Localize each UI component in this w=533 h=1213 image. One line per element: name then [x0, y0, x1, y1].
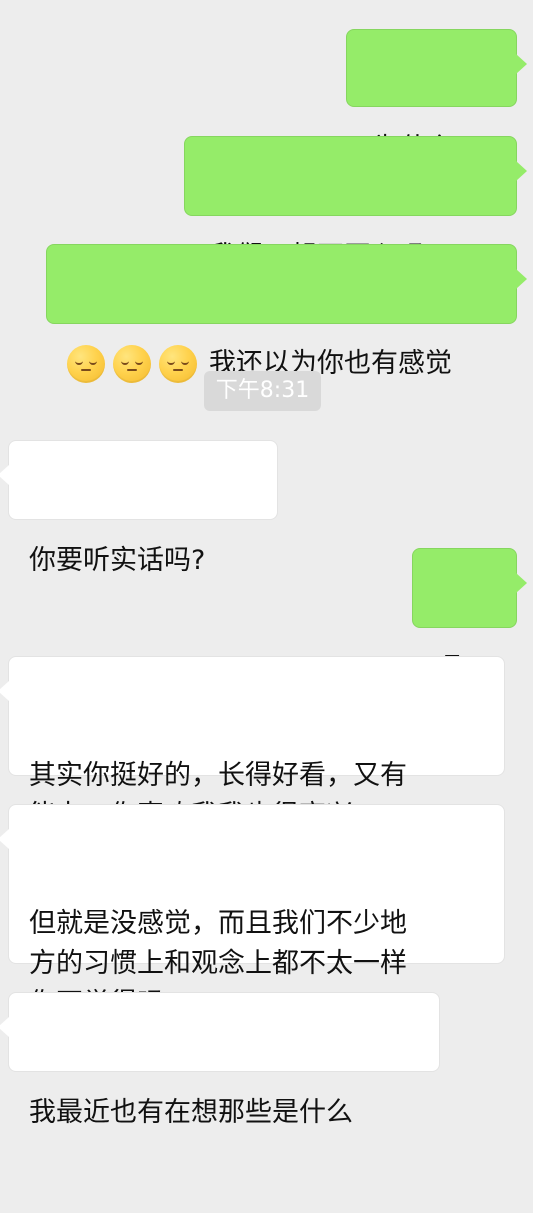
received-message-bubble[interactable]: 我最近也有在想那些是什么 [0, 992, 440, 1128]
pensive-face-icon [159, 345, 197, 383]
sent-message-bubble[interactable]: 为什么? [346, 29, 527, 164]
sent-message-bubble[interactable]: 嗯? [412, 548, 527, 684]
received-message-bubble[interactable]: 其实你挺好的，长得好看，又有 能力，你喜欢我我也很高兴。 [0, 656, 505, 831]
chat-thread: 为什么? 我们一起不开心吗? 我还以为你也有感觉 下午8:31 你要听实话吗? … [0, 0, 533, 1128]
pensive-face-icon [113, 345, 151, 383]
message-text: 我最近也有在想那些是什么 [29, 1097, 353, 1128]
sent-message-bubble[interactable]: 我还以为你也有感觉 [46, 244, 527, 383]
pensive-face-icon [67, 345, 105, 383]
message-text: 你要听实话吗? [29, 545, 206, 576]
received-message-bubble[interactable]: 但就是没感觉，而且我们不少地 方的习惯上和观念上都不太一样 你不觉得吗 [0, 804, 505, 1019]
received-message-bubble[interactable]: 你要听实话吗? [0, 440, 278, 576]
timestamp-pill: 下午8:31 [204, 371, 321, 411]
sent-message-bubble[interactable]: 我们一起不开心吗? [184, 136, 527, 272]
